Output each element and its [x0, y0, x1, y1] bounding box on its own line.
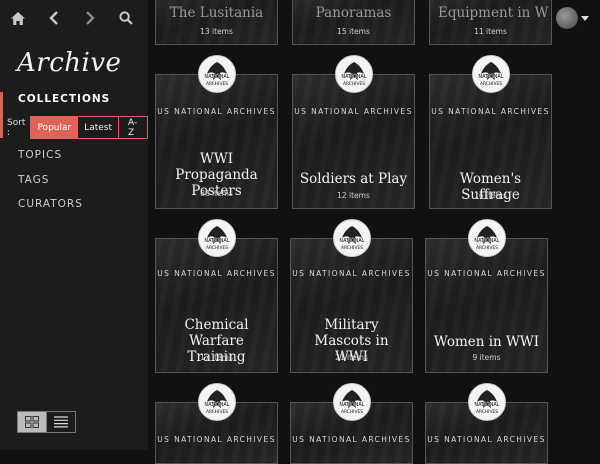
national-archives-seal-icon: NATIONAL ARCHIVES — [471, 55, 510, 93]
svg-text:NATIONAL: NATIONAL — [474, 238, 499, 244]
collection-title: Panoramas — [315, 5, 392, 21]
search-icon[interactable] — [108, 0, 144, 36]
national-archives-seal-icon: NATIONAL ARCHIVES — [332, 383, 371, 421]
collection-title: Equipment in W — [438, 5, 549, 21]
sort-label: Sort : — [7, 117, 26, 138]
svg-text:ARCHIVES: ARCHIVES — [475, 245, 497, 251]
user-menu[interactable] — [556, 7, 589, 29]
sort-control: Sort : Popular Latest A-Z — [7, 116, 148, 139]
avatar — [556, 7, 578, 29]
national-archives-seal-icon: NATIONAL ARCHIVES — [197, 55, 236, 93]
collection-title: Women in WWI — [433, 334, 540, 350]
home-icon[interactable] — [0, 0, 36, 36]
back-icon[interactable] — [36, 0, 72, 36]
item-count: 11 items — [474, 27, 507, 36]
list-view-button[interactable] — [47, 411, 76, 433]
svg-text:NATIONAL: NATIONAL — [204, 402, 229, 408]
grid-view-button[interactable] — [17, 411, 47, 433]
nav-collections[interactable]: COLLECTIONS — [18, 93, 110, 105]
sidebar: Archive COLLECTIONS Sort : Popular Lates… — [0, 0, 148, 450]
svg-text:ARCHIVES: ARCHIVES — [340, 245, 362, 251]
sort-popular-button[interactable]: Popular — [30, 116, 79, 139]
item-count: 13 items — [200, 27, 233, 36]
forward-icon[interactable] — [72, 0, 108, 36]
svg-text:ARCHIVES: ARCHIVES — [479, 81, 501, 87]
svg-text:ARCHIVES: ARCHIVES — [475, 409, 497, 415]
nav-curators[interactable]: CURATORS — [18, 198, 83, 210]
app-logo[interactable]: Archive — [17, 48, 121, 78]
item-count: 15 items — [337, 27, 370, 36]
collection-card[interactable]: NATIONAL ARCHIVES US NATIONAL ARCHIVES W… — [425, 219, 548, 373]
svg-text:ARCHIVES: ARCHIVES — [205, 245, 227, 251]
svg-text:NATIONAL: NATIONAL — [474, 402, 499, 408]
national-archives-seal-icon: NATIONAL ARCHIVES — [467, 383, 506, 421]
svg-text:ARCHIVES: ARCHIVES — [205, 81, 227, 87]
item-count: 88 items — [200, 189, 233, 198]
collection-source: US NATIONAL ARCHIVES — [157, 435, 276, 444]
svg-text:ARCHIVES: ARCHIVES — [205, 409, 227, 415]
collection-source: US NATIONAL ARCHIVES — [427, 435, 546, 444]
collection-card[interactable]: Equipment in W 11 items — [429, 0, 552, 45]
item-count: 9 items — [472, 353, 501, 362]
national-archives-seal-icon: NATIONAL ARCHIVES — [197, 383, 236, 421]
svg-text:NATIONAL: NATIONAL — [341, 74, 366, 80]
collection-card[interactable]: NATIONAL ARCHIVES US NATIONAL ARCHIVES — [290, 383, 413, 464]
collection-card[interactable]: NATIONAL ARCHIVES US NATIONAL ARCHIVES W… — [429, 55, 552, 209]
top-nav-bar — [0, 0, 148, 36]
grid-icon — [25, 416, 39, 428]
collection-title: Soldiers at Play — [299, 171, 408, 187]
view-toggle — [17, 411, 76, 433]
item-count: 21 items — [335, 353, 368, 362]
svg-text:ARCHIVES: ARCHIVES — [340, 409, 362, 415]
collection-source: US NATIONAL ARCHIVES — [427, 269, 546, 278]
svg-text:ARCHIVES: ARCHIVES — [342, 81, 364, 87]
collection-card[interactable]: NATIONAL ARCHIVES US NATIONAL ARCHIVES — [155, 383, 278, 464]
nav-topics[interactable]: TOPICS — [18, 149, 62, 161]
national-archives-seal-icon: NATIONAL ARCHIVES — [332, 219, 371, 257]
svg-text:NATIONAL: NATIONAL — [204, 74, 229, 80]
list-icon — [54, 416, 68, 428]
national-archives-seal-icon: NATIONAL ARCHIVES — [467, 219, 506, 257]
collection-card[interactable]: NATIONAL ARCHIVES US NATIONAL ARCHIVES — [425, 383, 548, 464]
item-count: 16 items — [474, 191, 507, 200]
collection-title: The Lusitania — [169, 5, 264, 21]
svg-text:NATIONAL: NATIONAL — [204, 238, 229, 244]
svg-text:NATIONAL: NATIONAL — [478, 74, 503, 80]
collection-card[interactable]: NATIONAL ARCHIVES US NATIONAL ARCHIVES C… — [155, 219, 278, 373]
sort-az-button[interactable]: A-Z — [119, 116, 148, 139]
collection-card[interactable]: NATIONAL ARCHIVES US NATIONAL ARCHIVES W… — [155, 55, 278, 209]
collection-source: US NATIONAL ARCHIVES — [294, 107, 413, 116]
collection-card[interactable]: Panoramas 15 items — [292, 0, 415, 45]
svg-text:NATIONAL: NATIONAL — [339, 402, 364, 408]
sort-latest-button[interactable]: Latest — [78, 116, 120, 139]
national-archives-seal-icon: NATIONAL ARCHIVES — [334, 55, 373, 93]
item-count: 17 items — [200, 353, 233, 362]
collection-card[interactable]: NATIONAL ARCHIVES US NATIONAL ARCHIVES M… — [290, 219, 413, 373]
item-count: 12 items — [337, 191, 370, 200]
collection-source: US NATIONAL ARCHIVES — [157, 269, 276, 278]
active-section-indicator — [0, 92, 3, 138]
collection-source: US NATIONAL ARCHIVES — [292, 435, 411, 444]
collection-source: US NATIONAL ARCHIVES — [157, 107, 276, 116]
nav-tags[interactable]: TAGS — [18, 174, 49, 186]
collection-source: US NATIONAL ARCHIVES — [431, 107, 550, 116]
national-archives-seal-icon: NATIONAL ARCHIVES — [197, 219, 236, 257]
collection-source: US NATIONAL ARCHIVES — [292, 269, 411, 278]
chevron-down-icon — [581, 15, 589, 21]
collection-card[interactable]: The Lusitania 13 items — [155, 0, 278, 45]
svg-text:NATIONAL: NATIONAL — [339, 238, 364, 244]
collection-card[interactable]: NATIONAL ARCHIVES US NATIONAL ARCHIVES S… — [292, 55, 415, 209]
